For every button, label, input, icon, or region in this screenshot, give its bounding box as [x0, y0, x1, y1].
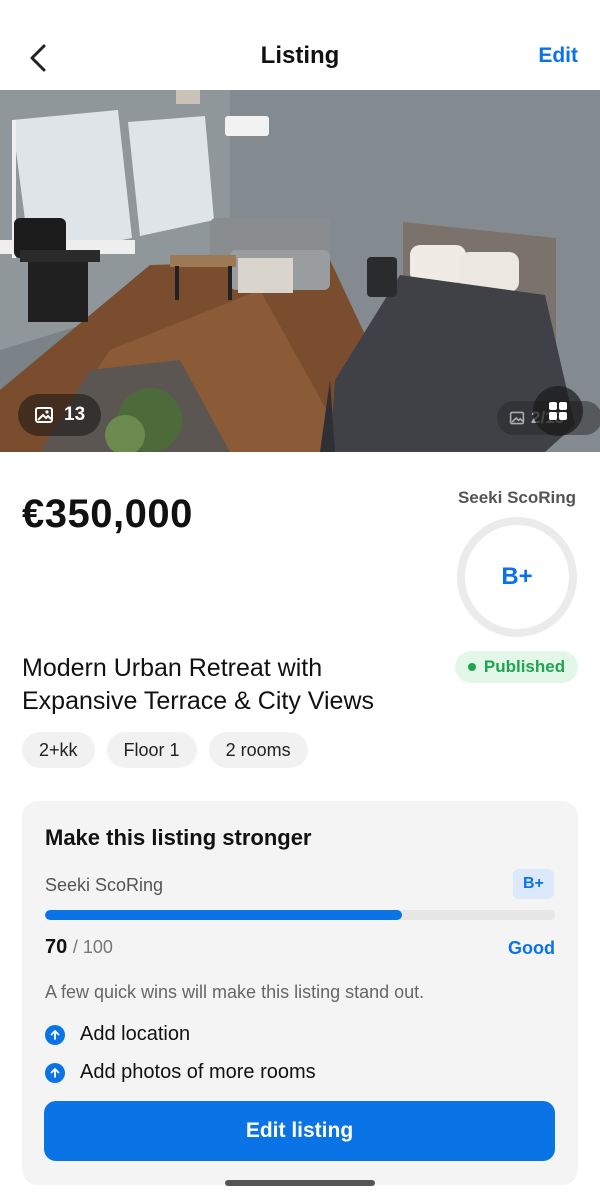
todo-item[interactable]: Add photos of more rooms — [45, 1061, 316, 1084]
grid-icon — [549, 402, 567, 420]
score-progress-bar — [45, 910, 555, 920]
card-score-label: Seeki ScoRing — [45, 875, 164, 895]
photo-count: 13 — [64, 404, 86, 425]
photo-count-button[interactable]: 13 — [18, 394, 102, 436]
page-title: Listing — [260, 42, 340, 69]
edit-button[interactable]: Edit — [538, 44, 578, 68]
status-badge: Published — [455, 651, 578, 683]
listing-title: Modern Urban Retreat with Expansive Terr… — [22, 654, 375, 715]
todo-label: Add location — [80, 1023, 191, 1045]
edit-listing-button[interactable]: Edit listing — [44, 1101, 555, 1161]
chip-floor: Floor 1 — [106, 732, 197, 768]
arrow-up-icon — [45, 1062, 65, 1083]
hint-text: A few quick wins will make this listing … — [45, 982, 425, 1002]
arrow-up-icon — [45, 1024, 65, 1045]
rating-word[interactable]: Good — [508, 938, 555, 959]
status-label: Published — [483, 657, 566, 676]
chip-layout: 2+kk — [22, 732, 95, 768]
score-progress-fill — [45, 910, 402, 920]
chip-rooms: 2 rooms — [208, 732, 308, 768]
listing-price: €350,000 — [22, 492, 193, 536]
image-icon — [509, 411, 525, 425]
score-max: / 100 — [72, 937, 113, 957]
card-title: Make this listing stronger — [45, 825, 312, 850]
grid-view-button[interactable] — [533, 386, 583, 436]
score-value-row: 70 / 100 — [45, 936, 113, 959]
status-dot — [467, 663, 476, 671]
image-icon — [35, 407, 53, 423]
home-indicator — [225, 1180, 375, 1186]
score-grade: B+ — [501, 563, 533, 590]
todo-label: Add photos of more rooms — [80, 1061, 316, 1083]
grade-chip: B+ — [513, 869, 554, 899]
score-label: Seeki ScoRing — [457, 488, 577, 507]
score-value: 70 — [45, 936, 68, 958]
listing-chips: 2+kk Floor 1 2 rooms — [22, 732, 308, 768]
improve-listing-card: Make this listing stronger Seeki ScoRing… — [22, 801, 578, 1185]
todo-item[interactable]: Add location — [45, 1023, 190, 1046]
top-bar: Listing Edit — [0, 0, 600, 90]
score-ring: B+ — [457, 517, 577, 637]
